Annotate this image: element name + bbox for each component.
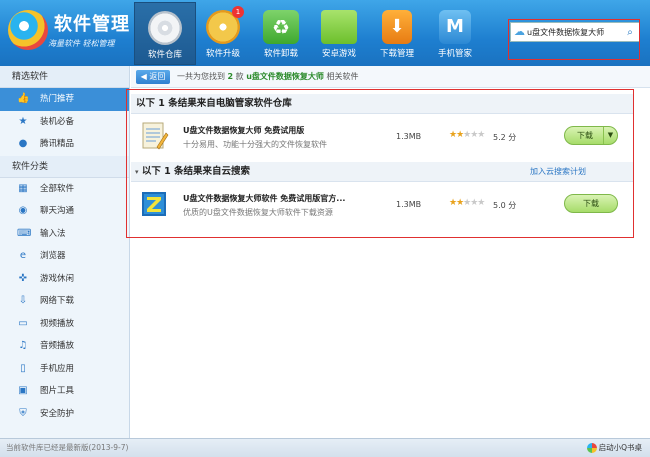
sidebar-item-image[interactable]: ▣ 图片工具 — [0, 380, 129, 403]
gamepad-icon: ✜ — [18, 272, 28, 284]
app-logo-icon — [8, 10, 48, 50]
network-download-icon: ⇩ — [18, 295, 28, 306]
sidebar-item-label: 视频播放 — [40, 318, 75, 329]
sidebar-item-label: 聊天沟通 — [40, 206, 75, 216]
browser-icon: e — [19, 250, 27, 261]
grid-icon: ▦ — [18, 182, 28, 194]
app-title: 软件管理 — [54, 14, 130, 35]
music-note-icon: ♫ — [18, 340, 28, 351]
tab-software-upgrade[interactable]: 1 软件升级 — [192, 2, 254, 65]
sidebar-item-label: 装机必备 — [40, 116, 75, 127]
tab-label: 软件仓库 — [147, 50, 182, 60]
shield-icon: ⛨ — [19, 407, 27, 419]
sidebar: 精选软件 👍 热门推荐 ★ 装机必备 ● 腾讯精品 软件分类 ▦ 全部软件 ◉ … — [0, 66, 130, 438]
star-icon: ★ — [18, 115, 28, 127]
tab-software-store[interactable]: 软件仓库 — [134, 2, 196, 65]
update-count-badge: 1 — [232, 6, 244, 18]
sidebar-item-download[interactable]: ⇩ 网络下载 — [0, 290, 129, 313]
sidebar-heading-featured: 精选软件 — [0, 66, 129, 88]
download-box-icon: ⬇ — [382, 10, 412, 44]
tv-icon: ▭ — [18, 317, 28, 329]
qdesk-icon — [586, 443, 597, 453]
chat-icon: ◉ — [18, 205, 28, 216]
sidebar-item-hot[interactable]: 👍 热门推荐 — [0, 88, 129, 111]
sidebar-item-label: 输入法 — [40, 228, 66, 239]
status-text: 当前软件库已经是最新版(2013-9-7) — [6, 443, 129, 452]
sidebar-item-essentials[interactable]: ★ 装机必备 — [0, 111, 129, 134]
sidebar-item-audio[interactable]: ♫ 音频播放 — [0, 335, 129, 358]
recycle-icon: ♻ — [263, 10, 299, 44]
tab-label: 手机管家 — [437, 49, 472, 59]
sidebar-item-label: 图片工具 — [40, 386, 75, 396]
cd-disc-icon — [148, 11, 182, 45]
result-summary: 一共为您找到 2 款 u盘文件数据恢复大师 相关软件 — [177, 72, 359, 81]
tab-android-games[interactable]: 安卓游戏 — [308, 2, 370, 65]
highlight-frame — [126, 89, 634, 238]
sidebar-item-mobile[interactable]: ▯ 手机应用 — [0, 358, 129, 381]
app-subtitle: 海量软件 轻松管理 — [48, 39, 115, 48]
sidebar-item-label: 浏览器 — [40, 251, 66, 261]
sidebar-item-label: 全部软件 — [40, 183, 75, 194]
thumbs-up-icon: 👍 — [17, 93, 30, 104]
sidebar-item-label: 音频播放 — [40, 341, 75, 351]
sidebar-item-label: 手机应用 — [40, 363, 75, 374]
penguin-icon: ● — [18, 138, 28, 149]
tab-label: 软件升级 — [205, 49, 240, 59]
highlight-frame — [508, 19, 640, 60]
sidebar-item-label: 网络下载 — [40, 296, 75, 306]
result-toolbar: ◀ 返回 一共为您找到 2 款 u盘文件数据恢复大师 相关软件 — [131, 66, 650, 88]
picture-icon: ▣ — [18, 385, 28, 396]
tab-label: 下载管理 — [379, 49, 414, 59]
sidebar-item-label: 腾讯精品 — [40, 139, 75, 149]
tab-phone-manager[interactable]: M 手机管家 — [424, 2, 486, 65]
launch-qdesk-button[interactable]: 启动小Q书桌 — [586, 439, 642, 457]
android-icon — [321, 10, 357, 44]
sidebar-item-browser[interactable]: e 浏览器 — [0, 245, 129, 268]
back-button[interactable]: ◀ 返回 — [136, 70, 170, 84]
keyboard-icon: ⌨ — [17, 227, 32, 239]
sidebar-item-label: 游戏休闲 — [40, 273, 75, 284]
status-bar: 当前软件库已经是最新版(2013-9-7) 启动小Q书桌 — [0, 438, 650, 457]
sidebar-item-label: 安全防护 — [40, 408, 75, 419]
mobile-icon: ▯ — [20, 362, 26, 374]
sidebar-item-tencent[interactable]: ● 腾讯精品 — [0, 133, 129, 156]
sidebar-item-all[interactable]: ▦ 全部软件 — [0, 178, 129, 201]
sidebar-item-security[interactable]: ⛨ 安全防护 — [0, 403, 129, 426]
sidebar-item-ime[interactable]: ⌨ 输入法 — [0, 223, 129, 246]
sidebar-item-chat[interactable]: ◉ 聊天沟通 — [0, 200, 129, 223]
tab-label: 软件卸载 — [263, 49, 298, 59]
sidebar-heading-categories: 软件分类 — [0, 155, 129, 178]
tab-software-uninstall[interactable]: ♻ 软件卸载 — [250, 2, 312, 65]
upgrade-icon: 1 — [206, 6, 244, 44]
tab-download-manager[interactable]: ⬇ 下载管理 — [366, 2, 428, 65]
sidebar-item-video[interactable]: ▭ 视频播放 — [0, 313, 129, 336]
tab-label: 安卓游戏 — [321, 49, 356, 59]
sidebar-item-label: 热门推荐 — [40, 94, 75, 104]
phone-manager-icon: M — [439, 10, 471, 44]
sidebar-item-games[interactable]: ✜ 游戏休闲 — [0, 268, 129, 291]
